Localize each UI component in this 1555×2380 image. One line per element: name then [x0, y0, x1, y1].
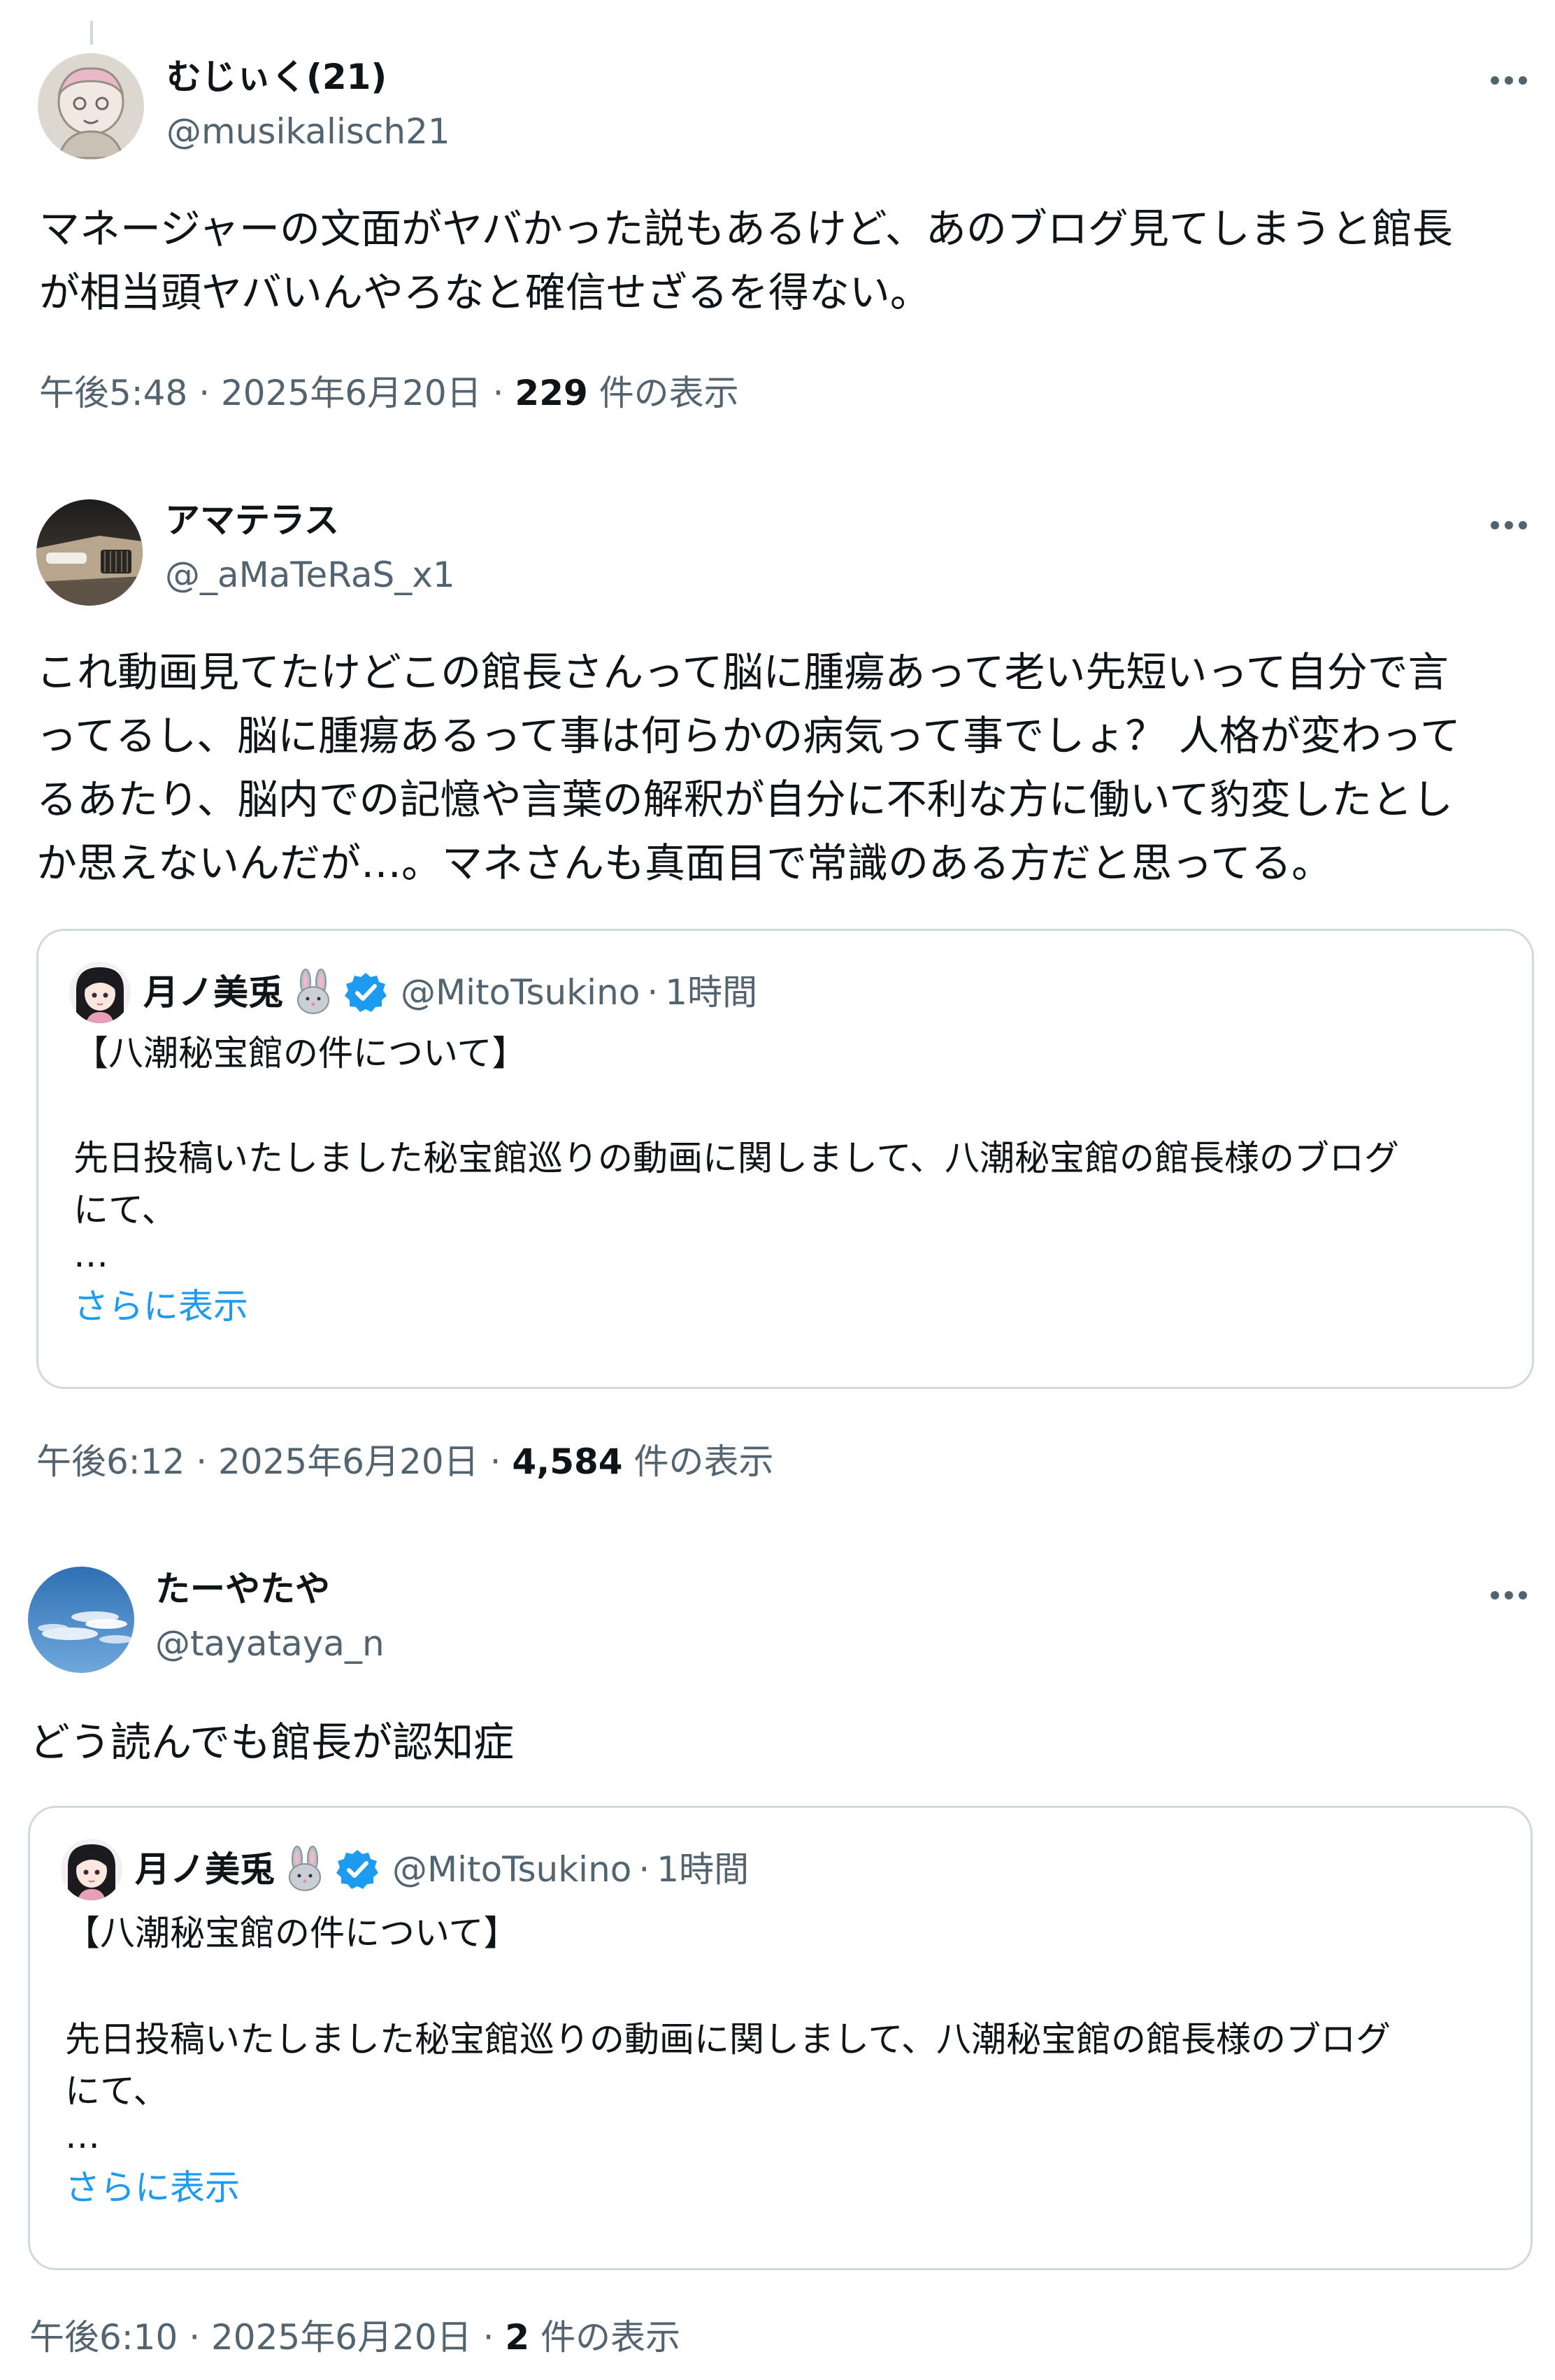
post-time[interactable]: 午後6:10: [29, 2317, 178, 2358]
post-time[interactable]: 午後6:12: [36, 1441, 185, 1482]
more-horizontal-icon[interactable]: [1488, 515, 1530, 536]
meta-separator: ·: [492, 373, 504, 413]
quoted-user-display-name[interactable]: 月ノ美兎: [143, 966, 283, 1019]
show-more-link[interactable]: さらに表示: [73, 1282, 248, 1331]
view-count: 4,584: [512, 1441, 623, 1482]
quoted-post-text-line: 先日投稿いたしました秘宝館巡りの動画に関しまして、八潮秘宝館の館長様のブログ: [73, 1138, 1399, 1178]
post-date[interactable]: 2025年6月20日: [221, 373, 482, 413]
user-display-name[interactable]: たーやたや: [155, 1567, 330, 1611]
quoted-post-text-line: 【八潮秘宝館の件について】: [73, 1033, 527, 1074]
more-horizontal-icon[interactable]: [1488, 70, 1530, 91]
quoted-post-text-line: にて、: [65, 2071, 169, 2111]
view-count: 229: [515, 373, 588, 413]
post-body-line: マネージャーの文面がヤバかった説もあるけど、あのブログ見てしまうと館長: [39, 205, 1453, 252]
avatar-anime-girl-icon: [69, 962, 131, 1023]
user-avatar[interactable]: [36, 499, 143, 606]
meta-separator: ·: [482, 2317, 494, 2358]
quoted-user-handle[interactable]: @MitoTsukino: [401, 966, 640, 1019]
meta-separator: ·: [189, 2317, 201, 2358]
meta-separator: ·: [489, 1441, 501, 1482]
user-handle[interactable]: @tayataya_n: [155, 1621, 385, 1666]
post-body-line: るあたり、脳内での記憶や言葉の解釈が自分に不利な方に働いて豹変したとし: [36, 776, 1453, 823]
verified-badge-icon[interactable]: [343, 970, 388, 1015]
quoted-user-display-name[interactable]: 月ノ美兎: [135, 1843, 275, 1896]
quoted-user-avatar[interactable]: [69, 962, 131, 1023]
meta-separator: ·: [647, 972, 659, 1013]
post-body-line: ってるし、脳に腫瘍あるって事は何らかの病気って事でしょ？ 人格が変わって: [36, 712, 1461, 760]
user-avatar[interactable]: [28, 1567, 134, 1673]
post-body-line: が相当頭ヤバいんやろなと確信せざるを得ない。: [39, 269, 931, 316]
user-avatar[interactable]: [38, 53, 144, 159]
quoted-post-header: 月ノ美兎 @MitoTsukino · 1時間: [135, 1843, 749, 1896]
quoted-post-text-line: 【八潮秘宝館の件について】: [65, 1913, 519, 1953]
meta-separator: ·: [199, 373, 210, 413]
user-display-name[interactable]: むじぃく(21): [166, 55, 387, 99]
quoted-post-card[interactable]: 月ノ美兎 @MitoTsukino · 1時間 【八潮秘宝館の件について】 先日…: [36, 929, 1534, 1389]
quoted-post-text-line: …: [73, 1234, 108, 1275]
quoted-user-handle[interactable]: @MitoTsukino: [392, 1843, 631, 1896]
quoted-post-text-line: …: [65, 2116, 100, 2156]
meta-separator: ·: [638, 1849, 650, 1890]
rabbit-emoji-icon: [289, 968, 338, 1017]
user-handle[interactable]: @_aMaTeRaS_x1: [165, 553, 455, 597]
post-body: どう読んでも館長が認知症: [29, 1711, 514, 1774]
post-body: マネージャーの文面がヤバかった説もあるけど、あのブログ見てしまうと館長 が相当頭…: [39, 197, 1453, 325]
quoted-post-header: 月ノ美兎 @MitoTsukino · 1時間: [143, 966, 757, 1019]
user-display-name[interactable]: アマテラス: [165, 498, 339, 543]
quoted-post-text-line: にて、: [73, 1190, 177, 1230]
more-horizontal-icon[interactable]: [1488, 1585, 1530, 1606]
post-time[interactable]: 午後5:48: [39, 373, 187, 413]
meta-separator: ·: [196, 1441, 208, 1482]
quoted-post-card[interactable]: 月ノ美兎 @MitoTsukino · 1時間 【八潮秘宝館の件について】 先日…: [28, 1806, 1533, 2270]
post-date[interactable]: 2025年6月20日: [218, 1441, 479, 1482]
post-body-line: か思えないんだが…。マネさんも真面目で常識のある方だと思ってる。: [36, 839, 1333, 887]
user-handle[interactable]: @musikalisch21: [166, 109, 450, 154]
rabbit-emoji-icon: [280, 1845, 329, 1894]
post-tayataya[interactable]: たーやたや @tayataya_n どう読んでも館長が認知症 月ノ美兎 @Mit…: [0, 1518, 1555, 2380]
quoted-user-avatar[interactable]: [61, 1839, 122, 1900]
post-body-line: どう読んでも館長が認知症: [29, 1718, 515, 1766]
post-meta: 午後6:10 · 2025年6月20日 · 2 件の表示: [29, 2315, 680, 2360]
avatar-car-icon: [36, 499, 143, 606]
post-date[interactable]: 2025年6月20日: [211, 2317, 472, 2358]
quoted-post-time[interactable]: 1時間: [665, 966, 757, 1019]
view-count-label: 件の表示: [540, 2317, 681, 2358]
view-count: 2: [505, 2317, 530, 2358]
verified-badge-icon[interactable]: [335, 1847, 380, 1892]
avatar-illustration-icon: [38, 53, 144, 159]
show-more-link[interactable]: さらに表示: [65, 2163, 240, 2212]
view-count-label: 件の表示: [633, 1441, 774, 1482]
avatar-sky-icon: [28, 1567, 134, 1673]
post-musikalisch21[interactable]: むじぃく(21) @musikalisch21 マネージャーの文面がヤバかった説…: [0, 0, 1555, 448]
avatar-anime-girl-icon: [61, 1839, 122, 1900]
quoted-post-time[interactable]: 1時間: [657, 1843, 749, 1896]
post-body-line: これ動画見てたけどこの館長さんって脳に腫瘍あって老い先短いって自分で言: [36, 648, 1449, 696]
post-amateras[interactable]: アマテラス @_aMaTeRaS_x1 これ動画見てたけどこの館長さんって脳に腫…: [0, 448, 1555, 1518]
post-meta: 午後6:12 · 2025年6月20日 · 4,584 件の表示: [36, 1439, 773, 1484]
post-body: これ動画見てたけどこの館長さんって脳に腫瘍あって老い先短いって自分で言 ってるし…: [36, 641, 1461, 895]
quoted-post-text-line: 先日投稿いたしました秘宝館巡りの動画に関しまして、八潮秘宝館の館長様のブログ: [65, 2019, 1391, 2060]
post-meta: 午後5:48 · 2025年6月20日 · 229 件の表示: [39, 371, 739, 415]
view-count-label: 件の表示: [599, 373, 739, 413]
